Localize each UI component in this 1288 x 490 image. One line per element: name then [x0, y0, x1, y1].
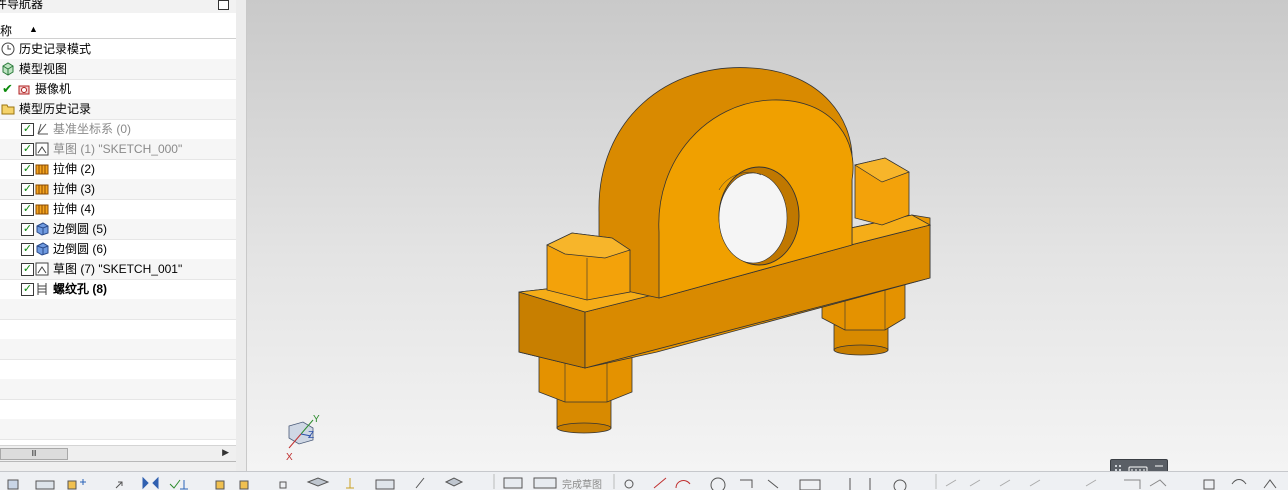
empty-tree-row [0, 419, 236, 440]
tree-row-label: 拉伸 (3) [53, 182, 96, 196]
visibility-checkbox[interactable]: ✓ [21, 263, 34, 276]
datum-csys-icon [35, 122, 49, 136]
visibility-checkbox[interactable]: ✓ [21, 143, 34, 156]
visibility-checkbox[interactable]: ✓ [21, 243, 34, 256]
toolbar-icons [7, 474, 1277, 490]
tree-row-label: 螺纹孔 (8) [53, 282, 108, 296]
visibility-checkbox[interactable]: ✓ [21, 123, 34, 136]
scrollbar-thumb[interactable]: Ⅲ [0, 448, 68, 460]
empty-tree-row [0, 339, 236, 360]
scroll-right-arrow-icon[interactable]: ▶ [222, 447, 229, 458]
triad-x-label: X [286, 452, 293, 463]
tree-row-label: 边倒圆 (5) [53, 222, 108, 236]
view-triad: Y Z X [283, 414, 323, 466]
tree-row[interactable]: ✓ 拉伸 (2) [0, 159, 236, 180]
empty-tree-row [0, 319, 236, 340]
part-model [518, 67, 932, 434]
panel-splitter[interactable] [236, 0, 247, 471]
tree-row[interactable]: 模型视图 [0, 59, 236, 80]
tree-row-label: 基准坐标系 (0) [53, 122, 132, 136]
empty-tree-row [0, 399, 236, 420]
empty-tree-row [0, 359, 236, 380]
navigator-title-bar: 件导航器 [0, 0, 236, 13]
tree-row-label: 拉伸 (4) [53, 202, 96, 216]
clock-icon [1, 42, 15, 56]
navigator-title: 件导航器 [0, 0, 44, 11]
tree-row[interactable]: ✓ 拉伸 (3) [0, 179, 236, 200]
column-header-label: 称 [0, 24, 13, 38]
bottom-toolbar: 完成草图 [0, 471, 1288, 490]
sort-ascending-icon[interactable]: ▲ [29, 24, 38, 34]
tree-row[interactable]: ✓ 边倒圆 (6) [0, 239, 236, 260]
tree-row-label: 模型视图 [19, 62, 68, 76]
tree-row-label: 模型历史记录 [19, 102, 92, 116]
empty-tree-row [0, 299, 236, 320]
empty-tree-row [0, 379, 236, 400]
maximize-icon[interactable] [218, 0, 229, 10]
tree-row[interactable]: 历史记录模式 [0, 39, 236, 60]
tree-row[interactable]: ✓ 拉伸 (4) [0, 199, 236, 220]
tree-row[interactable]: ✓ 草图 (7) "SKETCH_001" [0, 259, 236, 280]
folder-icon [1, 102, 15, 116]
bolt-shank-left [556, 397, 612, 434]
toolbar-faded-label: 完成草图 [562, 480, 602, 490]
extrude-icon [35, 202, 49, 216]
triad-z-label: Z [308, 430, 315, 441]
tree-row-label: 草图 (7) "SKETCH_001" [53, 262, 183, 276]
threaded-hole-icon [35, 282, 49, 296]
visibility-checkbox[interactable]: ✓ [21, 203, 34, 216]
extrude-icon [35, 182, 49, 196]
tree-row[interactable]: ✓ 边倒圆 (5) [0, 219, 236, 240]
nut-top-right [854, 157, 910, 226]
model-view-icon [1, 62, 15, 76]
tree-row-label: 历史记录模式 [19, 42, 92, 56]
check-mark-icon: ✔ [2, 81, 13, 96]
triad-y-label: Y [313, 414, 320, 425]
tree-row-label: 摄像机 [35, 82, 72, 96]
tree-row-label: 草图 (1) "SKETCH_000" [53, 142, 183, 156]
tree-row[interactable]: ✔ 摄像机 [0, 79, 236, 100]
nut-top-left [546, 232, 631, 301]
visibility-checkbox[interactable]: ✓ [21, 163, 34, 176]
tree-row[interactable]: 模型历史记录 [0, 99, 236, 120]
tree-row-label: 拉伸 (2) [53, 162, 96, 176]
sketch-icon [35, 262, 49, 276]
column-header-name[interactable]: 称 ▲ [0, 21, 236, 39]
visibility-checkbox[interactable]: ✓ [21, 223, 34, 236]
horizontal-scrollbar[interactable]: Ⅲ ▶ [0, 445, 236, 461]
graphics-viewport[interactable]: Y Z X [247, 0, 1288, 471]
extrude-icon [35, 162, 49, 176]
edge-blend-icon [35, 242, 49, 256]
sketch-icon [35, 142, 49, 156]
tree-row-label: 边倒圆 (6) [53, 242, 108, 256]
tree-row[interactable]: ✓ 基准坐标系 (0) [0, 119, 236, 140]
edge-blend-icon [35, 222, 49, 236]
visibility-checkbox[interactable]: ✓ [21, 183, 34, 196]
visibility-checkbox[interactable]: ✓ [21, 283, 34, 296]
tree-row[interactable]: ✓ 草图 (1) "SKETCH_000" [0, 139, 236, 160]
tree-row[interactable]: ✓ 螺纹孔 (8) [0, 279, 236, 300]
camera-icon [17, 82, 31, 96]
part-navigator: 件导航器 称 ▲ 历史记录模式 模型视图 ✔ 摄像机 模型历史记录 ✓ 基准坐标系 (0) ✓… [0, 0, 237, 472]
